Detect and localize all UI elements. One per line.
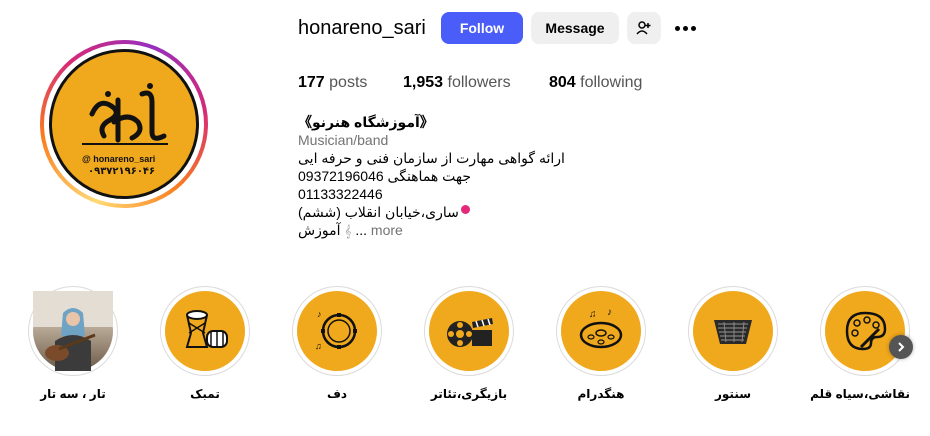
svg-text:♪: ♪ [317,309,322,319]
highlight-ring[interactable] [424,286,514,376]
highlight-ring[interactable]: ♪ ♫ [292,286,382,376]
highlight-label: بازیگری،تئاتر [430,387,508,401]
highlight-label: سنتور [714,387,752,401]
svg-text:♫: ♫ [589,309,597,320]
svg-text:♪: ♪ [607,307,612,318]
avatar-gap: @ honareno_sari ۰۹۳۷۲۱۹۶۰۴۶ [44,44,204,204]
bio-line: جهت هماهنگی 09372196046 [298,168,472,184]
highlight-ring[interactable] [688,286,778,376]
profile-avatar[interactable]: @ honareno_sari ۰۹۳۷۲۱۹۶۰۴۶ [40,40,208,208]
posts-count: 177 [298,74,325,91]
highlight-santur[interactable]: سنتور [688,286,778,401]
following-label: following [580,74,643,91]
follow-button[interactable]: Follow [441,12,523,44]
pin-icon [460,205,470,214]
person-plus-icon [636,21,651,35]
highlight-label: تار ، سه تار [40,387,106,401]
highlight-circle [429,291,509,371]
highlight-tombak[interactable]: تمبک [160,286,250,401]
following-stat[interactable]: 804 following [549,74,642,92]
highlight-daf[interactable]: ♪ ♫ دف [292,286,382,401]
ellipsis-icon [674,25,680,31]
bio-truncated-line: آموزش 𝄞 ... more [298,221,638,240]
highlight-label: هنگدرام [577,387,625,401]
followers-label: followers [447,74,511,91]
santur-icon [714,320,752,344]
bio-last-prefix: آموزش [298,222,341,238]
posts-stat: 177 posts [298,74,367,92]
highlight-circle [825,291,905,371]
following-count: 804 [549,74,576,91]
bio-category: Musician/band [298,132,389,148]
logo-phone-text: ۰۹۳۷۲۱۹۶۰۴۶ [88,166,156,177]
posts-label: posts [329,74,368,91]
profile-bio: 《آموزشگاه هنرنو》 Musician/band ارائه گوا… [298,113,638,240]
highlight-circle [165,291,245,371]
highlight-ring[interactable] [820,286,910,376]
handpan-icon: ♫ ♪ [579,307,623,349]
highlight-label: نقاشی،سیاه قلم [810,387,910,401]
highlight-ring[interactable]: ♫ ♪ [556,286,646,376]
avatar-logo: @ honareno_sari ۰۹۳۷۲۱۹۶۰۴۶ [49,49,199,199]
highlight-ring[interactable] [28,286,118,376]
svg-text:♫: ♫ [315,341,322,351]
highlight-handpan[interactable]: ♫ ♪ هنگدرام [556,286,646,401]
film-clapper-icon [447,318,493,347]
bio-line: 01133322446 [298,186,383,202]
bio-address-line: ساری،خیابان انقلاب (ششم) [298,203,638,221]
highlight-label: دف [326,387,348,401]
bio-name: 《آموزشگاه هنرنو》 [298,114,434,130]
highlight-circle: ♪ ♫ [297,291,377,371]
profile-username: honareno_sari [298,17,426,39]
bio-address: ساری،خیابان انقلاب (ششم) [298,204,459,220]
highlight-label: تمبک [190,387,220,401]
followers-stat[interactable]: 1,953 followers [403,74,511,92]
highlight-circle [693,291,773,371]
bio-more-link[interactable]: more [371,222,403,238]
highlight-circle: ♫ ♪ [561,291,641,371]
chevron-right-icon [898,342,905,352]
more-options-button[interactable] [672,17,698,39]
highlight-ring[interactable] [160,286,250,376]
logo-handle-text: @ honareno_sari [82,154,156,164]
highlight-tar[interactable]: تار ، سه تار [28,286,118,401]
palette-icon [845,311,887,351]
message-button[interactable]: Message [531,12,619,44]
bio-ellipsis: ... [355,222,371,238]
tambourine-icon: ♪ ♫ [315,309,357,351]
music-note-icon: 𝄞 [344,224,352,238]
highlight-acting[interactable]: بازیگری،تئاتر [424,286,514,401]
followers-count: 1,953 [403,74,444,91]
drum-icon [185,310,228,348]
add-user-button[interactable] [627,12,661,44]
bio-line: ارائه گواهی مهارت از سازمان فنی و حرفه ا… [298,150,565,166]
musician-photo [33,291,113,371]
highlights-next-button[interactable] [889,335,913,359]
